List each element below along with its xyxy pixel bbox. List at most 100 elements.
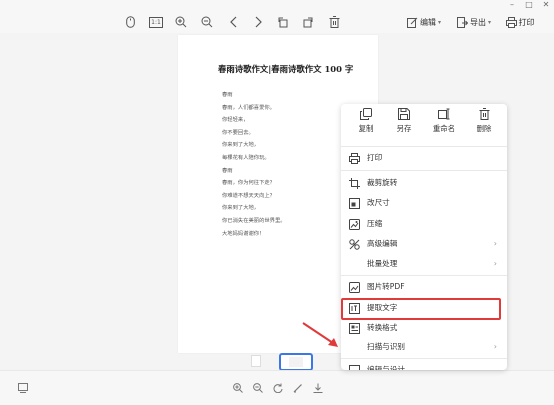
previous-button[interactable] [228,15,238,29]
menu-item-print[interactable]: 打印 [341,148,507,168]
menu-divider [341,170,507,171]
delete-button[interactable] [328,15,340,29]
chevron-right-icon [255,16,262,28]
menu-item-label: 高级编辑 [367,239,398,248]
zoom-in-button[interactable] [175,15,187,29]
menu-item-label: 批量处理 [367,259,398,268]
bottom-rotate-button[interactable] [273,383,283,394]
thumbnail-previous[interactable] [251,355,261,367]
crop-icon [349,178,360,189]
highlight-box [341,298,501,320]
menu-item-image-to-pdf[interactable]: 图片转PDF [341,277,507,297]
poem-line: 你来到了大地， [222,205,260,212]
panel-toggle-button[interactable] [18,383,28,393]
zoom-in-icon [233,383,243,393]
rename-icon [438,108,450,120]
poem-line: 大地妈妈谢谢你！ [222,230,265,237]
menu-item-convert-format[interactable]: 转换格式 [341,318,507,338]
menu-item-batch[interactable]: 批量处理 › [341,254,507,274]
poem-text: 春雨 春雨，人们都喜爱你。 你轻轻来， 你不要回去。 你来到了大地， 每棵花有人陪你玩。春… [222,89,342,240]
menu-item-extract-text[interactable]: 提取文字 [341,298,507,320]
printer-icon [505,16,517,28]
menu-divider [341,146,507,147]
design-icon [349,365,360,370]
menu-item-crop-rotate[interactable]: 裁剪旋转 [341,173,507,193]
title-bar: – □ ✕ [0,0,554,11]
poem-line: 你已消失在美丽的世界里。 [222,217,286,224]
actual-size-button[interactable]: 1:1 [149,15,163,29]
bottom-zoom-out-button[interactable] [253,383,263,393]
document-title: 春雨诗歌作文|春雨诗歌作文 100 字 [218,64,354,74]
poem-line: 春雨，你为何往下走？ [222,180,275,187]
poem-line: 每棵花有人陪你玩。 [222,154,270,161]
rotate-left-icon [278,17,288,28]
rename-label: 重命名 [432,124,456,133]
edit-menu-button[interactable]: 编辑 ▾ [402,15,446,29]
edit-icon [406,17,418,28]
menu-item-label: 编辑与设计 [367,365,405,370]
chevron-right-icon: › [493,239,497,248]
menu-item-label: 打印 [367,153,383,162]
actual-size-icon: 1:1 [149,16,163,28]
close-button[interactable]: ✕ [541,0,551,10]
copy-icon [360,108,372,120]
menu-item-label: 提取文字 [367,303,398,312]
menu-item-advanced-edit[interactable]: 高级编辑 › [341,234,507,254]
next-button[interactable] [253,15,263,29]
pencil-icon [293,384,302,393]
rename-button[interactable]: 重命名 [427,108,461,142]
rotate-right-icon [303,17,313,28]
red-arrow-annotation [302,322,338,347]
chevron-down-icon: ▾ [487,18,491,26]
copy-button[interactable]: 复制 [349,108,383,142]
quick-actions-row: 复制 另存 重命名 删除 [341,104,507,144]
print-button[interactable]: 打印 [503,15,537,29]
image-to-pdf-icon [349,282,360,293]
export-label: 导出 [469,17,486,27]
save-as-button[interactable]: 另存 [387,108,421,142]
context-menu: 复制 另存 重命名 删除 打印 裁剪旋转 改尺寸 压缩 高级编辑 › 批量处理 … [341,104,507,370]
export-icon [456,16,468,28]
menu-divider [341,275,507,276]
bottom-download-button[interactable] [313,383,323,393]
bottom-zoom-in-button[interactable] [233,383,243,393]
poem-line: 春雨 [222,92,233,98]
menu-item-scan-recognize[interactable]: 扫描与识别 › [341,337,507,357]
left-panel-handle[interactable] [0,223,22,245]
delete-label: 删除 [476,124,492,133]
mouse-mode-button[interactable] [124,15,136,29]
minimize-button[interactable]: – [507,0,517,10]
maximize-button[interactable]: □ [524,0,534,10]
printer-icon [349,153,360,164]
download-icon [313,383,323,393]
poem-line: 春雨 [222,167,233,174]
print-label: 打印 [518,17,535,27]
export-menu-button[interactable]: 导出 ▾ [452,15,496,29]
bottom-edit-button[interactable] [293,383,303,393]
menu-item-label: 改尺寸 [367,198,390,207]
resize-icon [349,198,360,209]
trash-icon [329,16,339,28]
rotate-left-button[interactable] [277,15,289,29]
thumbnail-current[interactable] [279,353,313,371]
poem-line: 你来到了大地， [222,142,260,149]
menu-item-label: 转换格式 [367,323,398,332]
rotate-right-button[interactable] [302,15,314,29]
monitor-icon [18,383,28,393]
menu-item-resize[interactable]: 改尺寸 [341,193,507,213]
trash-icon [479,108,489,120]
menu-item-compress[interactable]: 压缩 [341,214,507,234]
main-toolbar: 1:1 编辑 ▾ 导出 ▾ 打印 [0,11,554,33]
menu-item-edit-design[interactable]: 编辑与设计 [341,360,507,370]
zoom-out-icon [201,16,213,28]
chevron-right-icon: › [493,342,497,351]
compress-icon [349,219,360,230]
zoom-out-button[interactable] [201,15,213,29]
menu-item-label: 压缩 [367,219,383,228]
copy-label: 复制 [358,124,374,133]
zoom-out-icon [253,383,263,393]
save-icon [398,108,410,120]
delete-menu-button[interactable]: 删除 [467,108,501,142]
poem-line: 春雨，人们都喜爱你。 [222,104,275,111]
mouse-icon [125,16,135,28]
